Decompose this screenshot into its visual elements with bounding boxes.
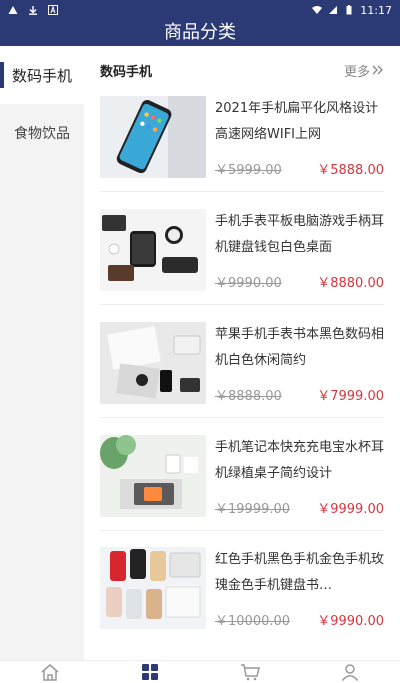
divider (100, 417, 384, 418)
sale-price: ￥5888.00 (317, 163, 384, 178)
product-item[interactable]: 苹果手机手表书本黑色数码相机白色休闲简约 ￥8888.00 ￥7999.00 (100, 322, 384, 404)
bottom-tab-bar (0, 660, 400, 683)
section-title: 数码手机 (100, 64, 153, 80)
tab-profile[interactable] (300, 661, 400, 683)
product-prices: ￥19999.00 ￥9999.00 (215, 498, 384, 517)
product-prices: ￥10000.00 ￥9990.00 (215, 610, 384, 629)
tab-cart[interactable] (200, 661, 300, 683)
wifi-icon (312, 6, 323, 14)
warning-icon (8, 6, 18, 14)
battery-icon (346, 5, 352, 15)
product-item[interactable]: 红色手机黑色手机金色手机玫瑰金色手机键盘书… ￥10000.00 ￥9990.0… (100, 547, 384, 629)
divider (100, 530, 384, 531)
original-price: ￥8888.00 (215, 389, 282, 404)
signal-icon (329, 6, 338, 14)
cart-icon (241, 664, 260, 681)
sidebar-item-food-drinks[interactable]: 食物饮品 (0, 104, 84, 162)
original-price: ￥10000.00 (215, 614, 291, 629)
product-info: 红色手机黑色手机金色手机玫瑰金色手机键盘书… ￥10000.00 ￥9990.0… (215, 547, 384, 629)
original-price: ￥5999.00 (215, 163, 282, 178)
product-item[interactable]: 2021年手机扁平化风格设计高速网络WIFI上网 ￥5999.00 ￥5888.… (100, 96, 384, 178)
status-bar: 11:17 (0, 0, 400, 20)
product-image (100, 435, 206, 517)
page-title: 商品分类 (0, 20, 400, 46)
product-title: 手机笔记本快充充电宝水杯耳机绿植桌子简约设计 (215, 440, 384, 481)
category-sidebar: 数码手机 食物饮品 (0, 46, 84, 660)
original-price: ￥19999.00 (215, 502, 291, 517)
sidebar-item-label: 食物饮品 (14, 126, 70, 142)
download-icon (29, 6, 37, 15)
home-icon (41, 664, 59, 681)
product-info: 手机手表平板电脑游戏手柄耳机键盘钱包白色桌面 ￥9990.00 ￥8880.00 (215, 209, 384, 291)
sale-price: ￥9990.00 (317, 614, 384, 629)
divider (100, 191, 384, 192)
section-header: 数码手机 更多 (84, 46, 400, 94)
more-link[interactable]: 更多 (344, 61, 384, 80)
product-image (100, 96, 206, 178)
product-image (100, 322, 206, 404)
notification-a-icon (48, 5, 58, 15)
more-label: 更多 (343, 64, 370, 80)
sale-price: ￥8880.00 (317, 276, 384, 291)
sidebar-item-digital-phones[interactable]: 数码手机 (0, 46, 84, 104)
product-image (100, 209, 206, 291)
product-item[interactable]: 手机笔记本快充充电宝水杯耳机绿植桌子简约设计 ￥19999.00 ￥9999.0… (100, 435, 384, 517)
product-image (100, 547, 206, 629)
tab-category[interactable] (100, 661, 200, 683)
product-list-panel: 数码手机 更多 2021年手机扁平化风格设计高速网络WIFI上网 ￥5999.0… (84, 46, 400, 660)
sale-price: ￥7999.00 (317, 389, 384, 404)
product-title: 手机手表平板电脑游戏手柄耳机键盘钱包白色桌面 (215, 214, 384, 255)
product-title: 苹果手机手表书本黑色数码相机白色休闲简约 (215, 327, 384, 368)
product-title: 红色手机黑色手机金色手机玫瑰金色手机键盘书… (215, 552, 384, 593)
product-item[interactable]: 手机手表平板电脑游戏手柄耳机键盘钱包白色桌面 ￥9990.00 ￥8880.00 (100, 209, 384, 291)
sale-price: ￥9999.00 (317, 502, 384, 517)
product-prices: ￥8888.00 ￥7999.00 (215, 385, 384, 404)
user-icon (341, 664, 359, 681)
double-chevron-right-icon (372, 65, 383, 75)
category-grid-icon (142, 664, 158, 680)
product-info: 手机笔记本快充充电宝水杯耳机绿植桌子简约设计 ￥19999.00 ￥9999.0… (215, 435, 384, 517)
original-price: ￥9990.00 (215, 276, 282, 291)
sidebar-item-label: 数码手机 (11, 66, 72, 85)
product-prices: ￥9990.00 ￥8880.00 (215, 272, 384, 291)
product-prices: ￥5999.00 ￥5888.00 (215, 159, 384, 178)
product-info: 2021年手机扁平化风格设计高速网络WIFI上网 ￥5999.00 ￥5888.… (215, 96, 384, 178)
product-info: 苹果手机手表书本黑色数码相机白色休闲简约 ￥8888.00 ￥7999.00 (215, 322, 384, 404)
status-time: 11:17 (360, 3, 392, 17)
product-title: 2021年手机扁平化风格设计高速网络WIFI上网 (215, 101, 379, 142)
divider (100, 304, 384, 305)
tab-home[interactable] (0, 661, 100, 683)
